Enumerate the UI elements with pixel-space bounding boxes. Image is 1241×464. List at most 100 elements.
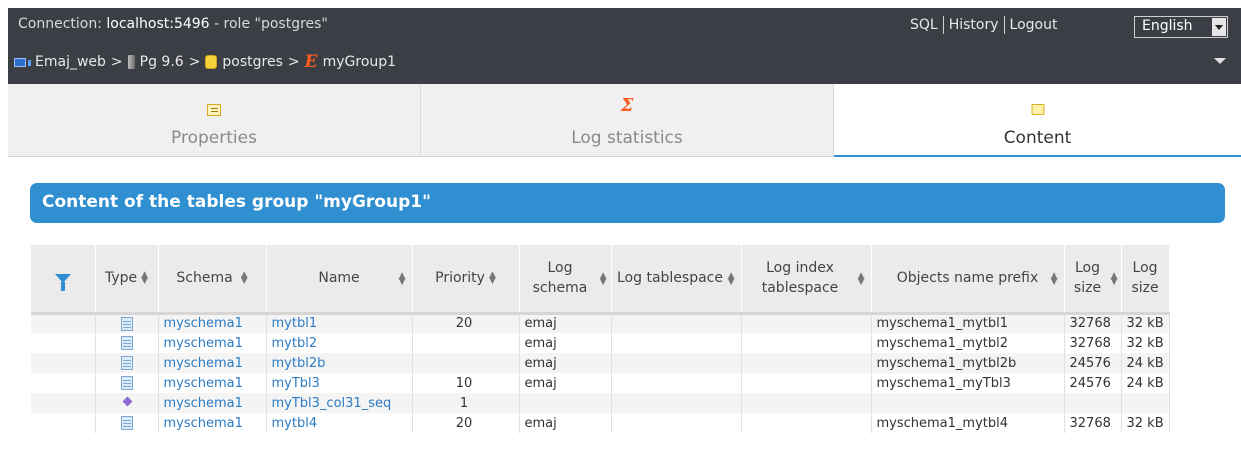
tab-label: Log statistics (571, 128, 683, 148)
language-value: English (1142, 18, 1193, 34)
filter-icon[interactable] (54, 273, 71, 291)
emaj-group-icon: E (304, 52, 318, 72)
table-icon (120, 376, 133, 390)
type-cell (95, 353, 159, 373)
log-size-cell: 32768 (1064, 333, 1122, 353)
log-size-pretty-cell: 32 kB (1121, 413, 1170, 433)
table-header-row: Type ▲ ▼ Schema ▲ ▼ Name ▲ ▼ Priority ▲ ▼ Log sc… (31, 245, 1170, 315)
priority-cell: 10 (412, 373, 520, 393)
sql-link[interactable]: SQL (910, 17, 938, 33)
name-cell[interactable]: mytbl2b (266, 353, 413, 373)
tab-properties[interactable]: Properties (8, 84, 421, 157)
log-size-cell: 24576 (1064, 373, 1122, 393)
schema-cell[interactable]: myschema1 (158, 373, 267, 393)
table-row[interactable]: myschema1 myTbl3 10 emaj myschema1_myTbl3 245… (31, 373, 1170, 393)
log-index-tablespace-cell (741, 393, 872, 413)
schema-cell[interactable]: myschema1 (158, 313, 267, 333)
priority-column-header[interactable]: Priority ▲ ▼ (412, 245, 520, 315)
row-filter-cell (31, 333, 96, 353)
language-select[interactable]: English (1134, 16, 1228, 38)
log-tablespace-cell (611, 333, 742, 353)
type-cell (95, 373, 159, 393)
log-size-column-header[interactable]: Log size ▲ ▼ (1064, 245, 1122, 315)
header-label: Schema (176, 270, 233, 287)
log-tablespace-column-header[interactable]: Log tablespace ▲ ▼ (611, 245, 742, 315)
log-size-cell: 32768 (1064, 413, 1122, 433)
breadcrumb-separator: > (110, 54, 123, 70)
objects-prefix-column-header[interactable]: Objects name prefix ▲ ▼ (871, 245, 1065, 315)
chevron-down-icon[interactable] (1214, 58, 1226, 64)
log-schema-cell: emaj (519, 353, 612, 373)
priority-cell: 20 (412, 413, 520, 433)
table-row[interactable]: myschema1 mytbl1 20 emaj myschema1_mytbl1 327… (31, 313, 1170, 333)
log-index-tablespace-cell (741, 353, 872, 373)
name-cell[interactable]: mytbl1 (266, 313, 413, 333)
objects-prefix-cell: myschema1_mytbl1 (871, 313, 1065, 333)
type-cell (95, 313, 159, 333)
table-row[interactable]: myschema1 mytbl2b emaj myschema1_mytbl2b 245… (31, 353, 1170, 373)
type-cell (95, 393, 159, 413)
log-tablespace-cell (611, 413, 742, 433)
name-cell[interactable]: mytbl4 (266, 413, 413, 433)
log-tablespace-cell (611, 313, 742, 333)
type-cell (95, 413, 159, 433)
schema-cell[interactable]: myschema1 (158, 333, 267, 353)
breadcrumb-group[interactable]: myGroup1 (323, 54, 396, 70)
type-cell (95, 333, 159, 353)
sequence-icon (122, 397, 132, 409)
header-label: Log schema (532, 260, 588, 297)
sort-icon: ▲ ▼ (240, 270, 248, 287)
type-column-header[interactable]: Type ▲ ▼ (95, 245, 159, 315)
header-label: Priority (435, 270, 485, 287)
table-row[interactable]: myschema1 mytbl2 emaj myschema1_mytbl2 32768… (31, 333, 1170, 353)
sort-icon: ▲ ▼ (727, 271, 735, 287)
name-column-header[interactable]: Name ▲ ▼ (266, 245, 413, 315)
logout-link[interactable]: Logout (1010, 17, 1058, 33)
connection-role: - role "postgres" (209, 16, 328, 32)
folder-icon (1031, 104, 1044, 115)
schema-cell[interactable]: myschema1 (158, 393, 267, 413)
objects-prefix-cell (871, 393, 1065, 413)
breadcrumb-emaj-web[interactable]: Emaj_web (35, 54, 106, 70)
divider (1003, 16, 1005, 34)
log-size-pretty-cell: 32 kB (1121, 333, 1170, 353)
breadcrumb-database[interactable]: postgres (222, 54, 282, 70)
log-index-tablespace-cell (741, 413, 872, 433)
objects-prefix-cell: myschema1_mytbl2 (871, 333, 1065, 353)
log-schema-column-header[interactable]: Log schema ▲ ▼ (519, 245, 612, 315)
sort-icon: ▲ ▼ (1110, 271, 1118, 287)
connection-prefix: Connection: (18, 16, 107, 32)
objects-prefix-cell: myschema1_mytbl4 (871, 413, 1065, 433)
table-row[interactable]: myschema1 myTbl3_col31_seq 1 (31, 393, 1170, 413)
log-size-pretty-cell: 32 kB (1121, 313, 1170, 333)
name-cell[interactable]: myTbl3 (266, 373, 413, 393)
tab-content[interactable]: Content (834, 84, 1241, 157)
sort-icon: ▲ ▼ (857, 271, 865, 287)
log-index-tablespace-cell (741, 373, 872, 393)
properties-icon (207, 104, 221, 116)
breadcrumb-server[interactable]: Pg 9.6 (140, 54, 184, 70)
log-tablespace-cell (611, 393, 742, 413)
table-icon (120, 416, 133, 430)
tab-log-statistics[interactable]: Σ Log statistics (421, 84, 834, 157)
history-link[interactable]: History (949, 17, 999, 33)
log-index-tablespace-column-header[interactable]: Log index tablespace ▲ ▼ (741, 245, 872, 315)
name-cell[interactable]: mytbl2 (266, 333, 413, 353)
log-index-tablespace-cell (741, 313, 872, 333)
log-size-pretty-column-header[interactable]: Log size (1121, 245, 1170, 315)
table-row[interactable]: myschema1 mytbl4 20 emaj myschema1_mytbl4 327… (31, 413, 1170, 433)
objects-prefix-cell: myschema1_myTbl3 (871, 373, 1065, 393)
filter-column-header[interactable] (31, 245, 96, 315)
log-size-pretty-cell: 24 kB (1121, 373, 1170, 393)
log-size-pretty-cell (1121, 393, 1170, 413)
tab-bar: Properties Σ Log statistics Content (8, 84, 1241, 157)
sort-icon: ▲ ▼ (599, 271, 607, 287)
schema-cell[interactable]: myschema1 (158, 353, 267, 373)
schema-cell[interactable]: myschema1 (158, 413, 267, 433)
breadcrumb-separator: > (188, 54, 201, 70)
name-cell[interactable]: myTbl3_col31_seq (266, 393, 413, 413)
sigma-icon: Σ (620, 95, 634, 116)
row-filter-cell (31, 393, 96, 413)
sort-icon: ▲ ▼ (1050, 271, 1058, 287)
schema-column-header[interactable]: Schema ▲ ▼ (158, 245, 267, 315)
